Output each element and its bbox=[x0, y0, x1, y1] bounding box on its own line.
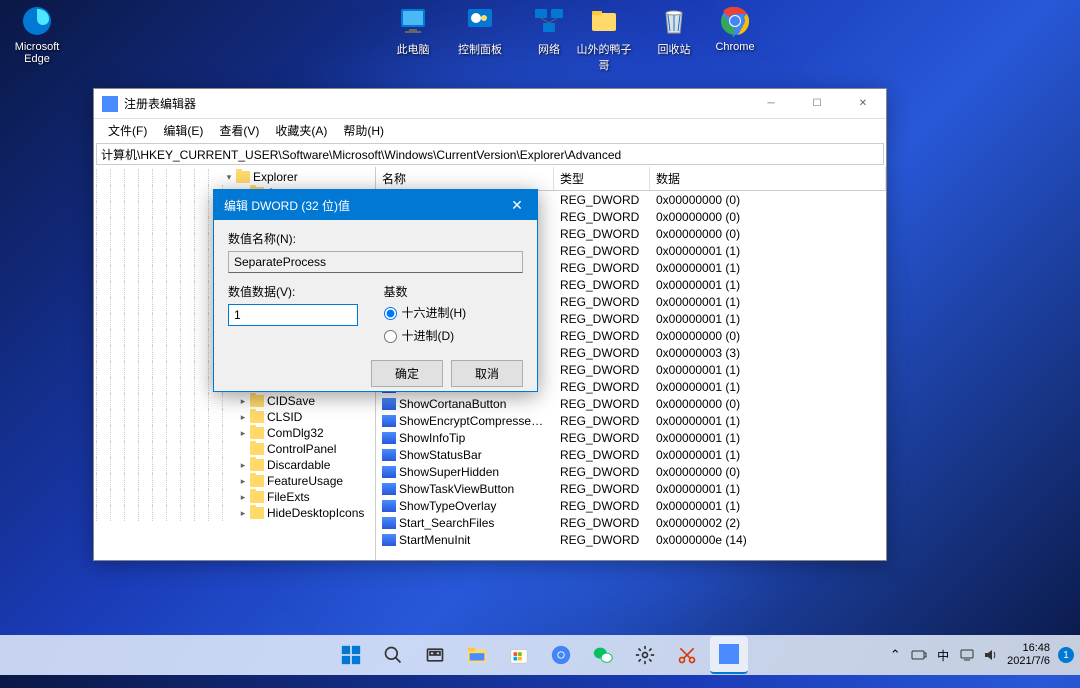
cancel-button[interactable]: 取消 bbox=[451, 360, 523, 387]
list-row[interactable]: Start_SearchFilesREG_DWORD0x00000002 (2) bbox=[376, 514, 886, 531]
tray-network-icon[interactable] bbox=[959, 647, 975, 663]
list-row[interactable]: ShowCortanaButtonREG_DWORD0x00000000 (0) bbox=[376, 395, 886, 412]
menu-item[interactable]: 收藏夹(A) bbox=[267, 119, 335, 142]
ime-indicator[interactable]: 中 bbox=[935, 647, 951, 663]
store-button[interactable] bbox=[500, 636, 538, 674]
col-name-header[interactable]: 名称 bbox=[376, 167, 554, 190]
desktop-icon-this-pc[interactable]: 此电脑 bbox=[383, 5, 443, 57]
regedit-icon bbox=[102, 96, 118, 112]
col-type-header[interactable]: 类型 bbox=[554, 167, 650, 190]
regedit-taskbar-button[interactable] bbox=[710, 636, 748, 674]
clock-time: 16:48 bbox=[1007, 642, 1050, 655]
clock-date: 2021/7/6 bbox=[1007, 655, 1050, 668]
tree-item[interactable]: ▸HideDesktopIcons bbox=[96, 505, 373, 521]
tray-battery-icon[interactable] bbox=[911, 647, 927, 663]
close-button[interactable]: ✕ bbox=[840, 89, 886, 119]
address-bar[interactable] bbox=[96, 143, 884, 165]
minimize-button[interactable]: ─ bbox=[748, 89, 794, 119]
task-view-button[interactable] bbox=[416, 636, 454, 674]
tree-item[interactable]: ▾Explorer bbox=[96, 169, 373, 185]
value-name-input[interactable] bbox=[228, 251, 523, 273]
desktop-icon-recycle-bin[interactable]: 回收站 bbox=[644, 5, 704, 57]
notification-badge[interactable]: 1 bbox=[1058, 647, 1074, 663]
desktop-icon-yazi[interactable]: 山外的鸭子哥 bbox=[574, 5, 634, 73]
radio-dec[interactable]: 十进制(D) bbox=[384, 327, 524, 344]
tree-item[interactable]: ▸FeatureUsage bbox=[96, 473, 373, 489]
wechat-button[interactable] bbox=[584, 636, 622, 674]
value-data-label: 数值数据(V): bbox=[228, 283, 368, 300]
menu-item[interactable]: 帮助(H) bbox=[335, 119, 392, 142]
tray-chevron-icon[interactable]: ⌃ bbox=[887, 647, 903, 663]
radio-hex[interactable]: 十六进制(H) bbox=[384, 304, 524, 321]
list-row[interactable]: ShowSuperHiddenREG_DWORD0x00000000 (0) bbox=[376, 463, 886, 480]
ok-button[interactable]: 确定 bbox=[371, 360, 443, 387]
menubar: 文件(F)编辑(E)查看(V)收藏夹(A)帮助(H) bbox=[94, 119, 886, 141]
tree-item[interactable]: ▸Discardable bbox=[96, 457, 373, 473]
dialog-title: 编辑 DWORD (32 位)值 bbox=[224, 197, 497, 214]
list-row[interactable]: ShowStatusBarREG_DWORD0x00000001 (1) bbox=[376, 446, 886, 463]
desktop-icon-network[interactable]: 网络 bbox=[519, 5, 579, 57]
tray-volume-icon[interactable] bbox=[983, 647, 999, 663]
value-data-input[interactable] bbox=[228, 304, 358, 326]
list-row[interactable]: ShowEncryptCompressedColorREG_DWORD0x000… bbox=[376, 412, 886, 429]
menu-item[interactable]: 编辑(E) bbox=[155, 119, 211, 142]
list-header: 名称 类型 数据 bbox=[376, 167, 886, 191]
explorer-button[interactable] bbox=[458, 636, 496, 674]
start-button[interactable] bbox=[332, 636, 370, 674]
value-name-label: 数值名称(N): bbox=[228, 230, 523, 247]
dialog-close-button[interactable]: ✕ bbox=[497, 190, 537, 220]
tree-item[interactable]: ▸CLSID bbox=[96, 409, 373, 425]
maximize-button[interactable]: ☐ bbox=[794, 89, 840, 119]
desktop-icon-edge[interactable]: Microsoft Edge bbox=[7, 5, 67, 65]
tree-item[interactable]: ▸FileExts bbox=[96, 489, 373, 505]
clock[interactable]: 16:48 2021/7/6 bbox=[1007, 642, 1050, 668]
desktop-icon-chrome[interactable]: Chrome bbox=[705, 5, 765, 53]
tree-item[interactable]: ControlPanel bbox=[96, 441, 373, 457]
taskbar: ⌃ 中 16:48 2021/7/6 1 bbox=[0, 635, 1080, 675]
window-title: 注册表编辑器 bbox=[124, 95, 748, 112]
search-button[interactable] bbox=[374, 636, 412, 674]
list-row[interactable]: ShowTypeOverlayREG_DWORD0x00000001 (1) bbox=[376, 497, 886, 514]
chrome-button[interactable] bbox=[542, 636, 580, 674]
list-row[interactable]: StartMenuInitREG_DWORD0x0000000e (14) bbox=[376, 531, 886, 548]
menu-item[interactable]: 查看(V) bbox=[211, 119, 267, 142]
desktop-icon-control-panel[interactable]: 控制面板 bbox=[450, 5, 510, 57]
settings-button[interactable] bbox=[626, 636, 664, 674]
col-data-header[interactable]: 数据 bbox=[650, 167, 886, 190]
list-row[interactable]: ShowTaskViewButtonREG_DWORD0x00000001 (1… bbox=[376, 480, 886, 497]
edit-dword-dialog: 编辑 DWORD (32 位)值 ✕ 数值名称(N): 数值数据(V): 基数 … bbox=[213, 189, 538, 392]
titlebar[interactable]: 注册表编辑器 ─ ☐ ✕ bbox=[94, 89, 886, 119]
base-label: 基数 bbox=[384, 283, 524, 300]
tree-item[interactable]: ▸ComDlg32 bbox=[96, 425, 373, 441]
snip-button[interactable] bbox=[668, 636, 706, 674]
dialog-titlebar[interactable]: 编辑 DWORD (32 位)值 ✕ bbox=[214, 190, 537, 220]
menu-item[interactable]: 文件(F) bbox=[100, 119, 155, 142]
list-row[interactable]: ShowInfoTipREG_DWORD0x00000001 (1) bbox=[376, 429, 886, 446]
